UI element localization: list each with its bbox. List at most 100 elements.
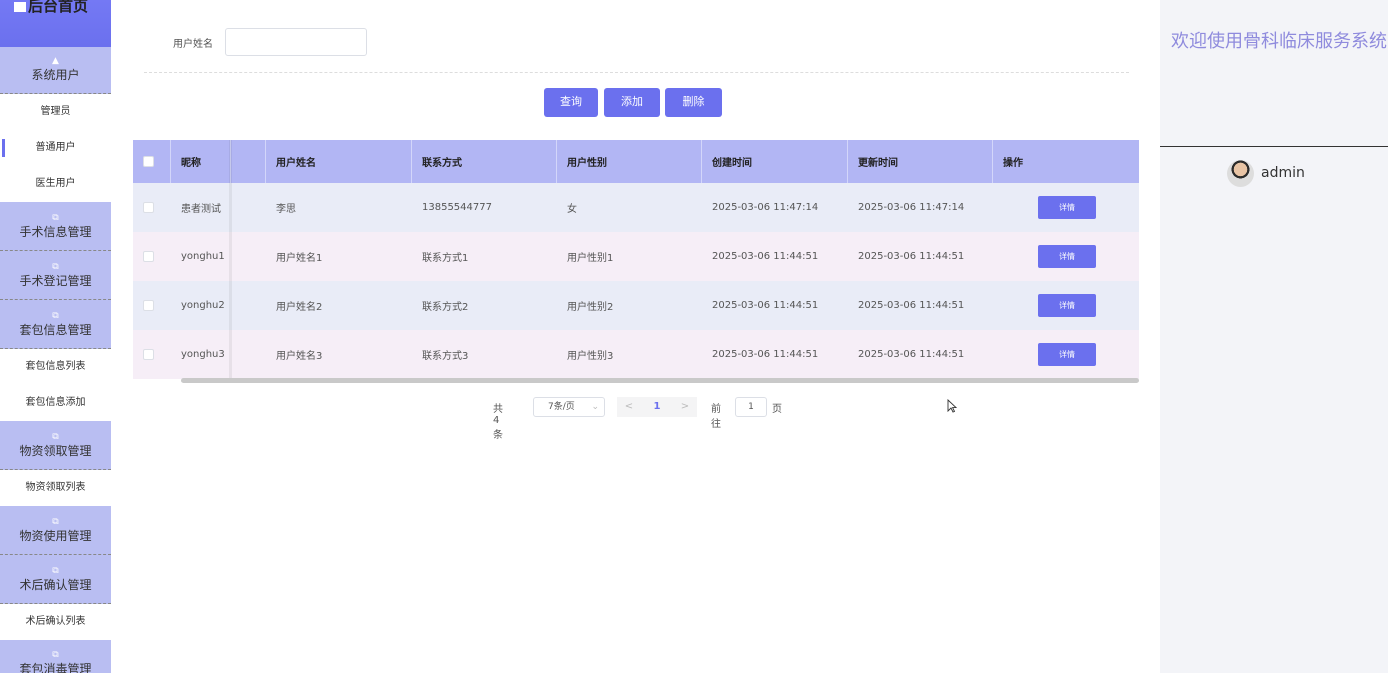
sidebar-group-label: 手术信息管理 <box>19 225 92 239</box>
user-icon: ▲ <box>52 56 59 66</box>
external-link-icon: ⧉ <box>52 650 59 660</box>
sidebar-group-surgery-info[interactable]: ⧉ 手术信息管理 <box>0 202 111 251</box>
sidebar-group-label: 物资使用管理 <box>19 529 92 543</box>
delete-button[interactable]: 删除 <box>665 88 722 117</box>
cell-created: 2025-03-06 11:44:51 <box>712 300 819 311</box>
table-row: 患者测试 李思 13855544777 女 2025-03-06 11:47:1… <box>133 183 1139 232</box>
detail-button[interactable]: 详情 <box>1038 294 1096 317</box>
sidebar-item-kit-list[interactable]: 套包信息列表 <box>0 349 111 385</box>
sidebar-group-label: 物资领取管理 <box>19 444 92 458</box>
next-page-button[interactable]: > <box>673 397 697 417</box>
table-row: yonghu1 用户姓名1 联系方式1 用户性别1 2025-03-06 11:… <box>133 232 1139 281</box>
sidebar-group-label: 套包信息管理 <box>19 323 92 337</box>
header-nickname[interactable]: 昵称 <box>171 140 231 183</box>
main-content: 用户姓名 查询 添加 删除 昵称 用户姓名 联系方式 用户性别 创建时间 更新时… <box>111 0 1160 673</box>
cell-username: 用户姓名2 <box>276 302 323 313</box>
sidebar-item-admin[interactable]: 管理员 <box>0 94 111 130</box>
cell-updated: 2025-03-06 11:44:51 <box>858 349 965 360</box>
cell-username: 用户姓名3 <box>276 351 323 362</box>
header-username[interactable]: 用户姓名 <box>266 140 412 183</box>
detail-button[interactable]: 详情 <box>1038 245 1096 268</box>
add-button[interactable]: 添加 <box>604 88 660 117</box>
sidebar: 后台首页 ▲ 系统用户 管理员 普通用户 医生用户 ⧉ 手术信息管理 ⧉ 手术登… <box>0 0 111 673</box>
table-header-row: 昵称 用户姓名 联系方式 用户性别 创建时间 更新时间 操作 <box>133 140 1139 183</box>
header-updated[interactable]: 更新时间 <box>848 140 993 183</box>
goto-page-input[interactable]: 1 <box>735 397 767 417</box>
sidebar-group-postop-confirm[interactable]: ⧉ 术后确认管理 <box>0 555 111 604</box>
header-contact[interactable]: 联系方式 <box>412 140 557 183</box>
cell-nickname: yonghu2 <box>181 300 225 311</box>
cell-contact: 联系方式1 <box>422 253 469 264</box>
sidebar-home-label: 后台首页 <box>28 0 89 15</box>
header-panel: 欢迎使用骨科临床服务系统 admin <box>1160 0 1388 673</box>
cell-gender: 用户性别2 <box>567 302 614 313</box>
goto-suffix: 页 <box>772 404 782 415</box>
sidebar-group-label: 手术登记管理 <box>19 274 92 288</box>
search-label: 用户姓名 <box>173 39 213 50</box>
external-link-icon: ⧉ <box>52 517 59 527</box>
goto-label: 前往 <box>711 404 721 430</box>
table-row: yonghu2 用户姓名2 联系方式2 用户性别2 2025-03-06 11:… <box>133 281 1139 330</box>
external-link-icon: ⧉ <box>52 262 59 272</box>
page-size-value: 7条/页 <box>548 402 575 412</box>
cell-updated: 2025-03-06 11:44:51 <box>858 251 965 262</box>
page-number-1[interactable]: 1 <box>641 397 673 417</box>
external-link-icon: ⧉ <box>52 566 59 576</box>
sidebar-group-system-users[interactable]: ▲ 系统用户 <box>0 47 111 94</box>
detail-button[interactable]: 详情 <box>1038 196 1096 219</box>
page-size-select[interactable]: 7条/页 ⌄ <box>533 397 605 417</box>
cell-nickname: yonghu3 <box>181 349 225 360</box>
header-actions: 操作 <box>1003 158 1023 169</box>
row-checkbox[interactable] <box>143 251 154 262</box>
fixed-column-shadow <box>229 140 232 379</box>
row-checkbox[interactable] <box>143 300 154 311</box>
pagination-total: 共 4 条 <box>493 404 503 441</box>
sidebar-group-kit-disinfection[interactable]: ⧉ 套包消毒管理 <box>0 640 111 673</box>
select-all-checkbox[interactable] <box>143 156 154 167</box>
avatar[interactable] <box>1227 160 1254 187</box>
home-icon <box>14 2 26 12</box>
row-checkbox[interactable] <box>143 349 154 360</box>
cell-username: 用户姓名1 <box>276 253 323 264</box>
cell-updated: 2025-03-06 11:47:14 <box>858 202 965 213</box>
cell-updated: 2025-03-06 11:44:51 <box>858 300 965 311</box>
welcome-title: 欢迎使用骨科临床服务系统 <box>1171 31 1387 52</box>
mouse-cursor-icon <box>947 399 957 413</box>
sidebar-group-material-usage[interactable]: ⧉ 物资使用管理 <box>0 506 111 555</box>
cell-created: 2025-03-06 11:44:51 <box>712 349 819 360</box>
sidebar-item-doctor-users[interactable]: 医生用户 <box>0 166 111 202</box>
sidebar-group-label: 术后确认管理 <box>19 578 92 592</box>
cell-created: 2025-03-06 11:44:51 <box>712 251 819 262</box>
table-horizontal-scrollbar[interactable] <box>181 378 1139 383</box>
sidebar-group-label: 系统用户 <box>31 68 80 82</box>
sidebar-item-kit-add[interactable]: 套包信息添加 <box>0 385 111 421</box>
query-button[interactable]: 查询 <box>544 88 598 117</box>
cell-gender: 用户性别1 <box>567 253 614 264</box>
cell-contact: 联系方式3 <box>422 351 469 362</box>
sidebar-item-postop-confirm-list[interactable]: 术后确认列表 <box>0 604 111 640</box>
username-label[interactable]: admin <box>1261 165 1305 181</box>
sidebar-group-kit-info[interactable]: ⧉ 套包信息管理 <box>0 300 111 349</box>
sidebar-item-normal-users[interactable]: 普通用户 <box>0 130 111 166</box>
prev-page-button[interactable]: < <box>617 397 641 417</box>
sidebar-group-material-pickup[interactable]: ⧉ 物资领取管理 <box>0 421 111 470</box>
divider <box>1160 146 1388 147</box>
cell-contact: 联系方式2 <box>422 302 469 313</box>
table-row: yonghu3 用户姓名3 联系方式3 用户性别3 2025-03-06 11:… <box>133 330 1139 379</box>
cell-created: 2025-03-06 11:47:14 <box>712 202 819 213</box>
cell-gender: 女 <box>567 204 577 215</box>
header-gender[interactable]: 用户性别 <box>557 140 702 183</box>
header-created[interactable]: 创建时间 <box>702 140 848 183</box>
external-link-icon: ⧉ <box>52 432 59 442</box>
detail-button[interactable]: 详情 <box>1038 343 1096 366</box>
users-table: 昵称 用户姓名 联系方式 用户性别 创建时间 更新时间 操作 患者测试 李思 1… <box>133 140 1139 379</box>
cell-username: 李思 <box>276 204 296 215</box>
sidebar-item-material-pickup-list[interactable]: 物资领取列表 <box>0 470 111 506</box>
username-search-input[interactable] <box>225 28 367 56</box>
sidebar-home[interactable]: 后台首页 <box>0 0 111 47</box>
sidebar-group-surgery-register[interactable]: ⧉ 手术登记管理 <box>0 251 111 300</box>
external-link-icon: ⧉ <box>52 213 59 223</box>
cell-gender: 用户性别3 <box>567 351 614 362</box>
chevron-down-icon: ⌄ <box>591 402 599 412</box>
row-checkbox[interactable] <box>143 202 154 213</box>
